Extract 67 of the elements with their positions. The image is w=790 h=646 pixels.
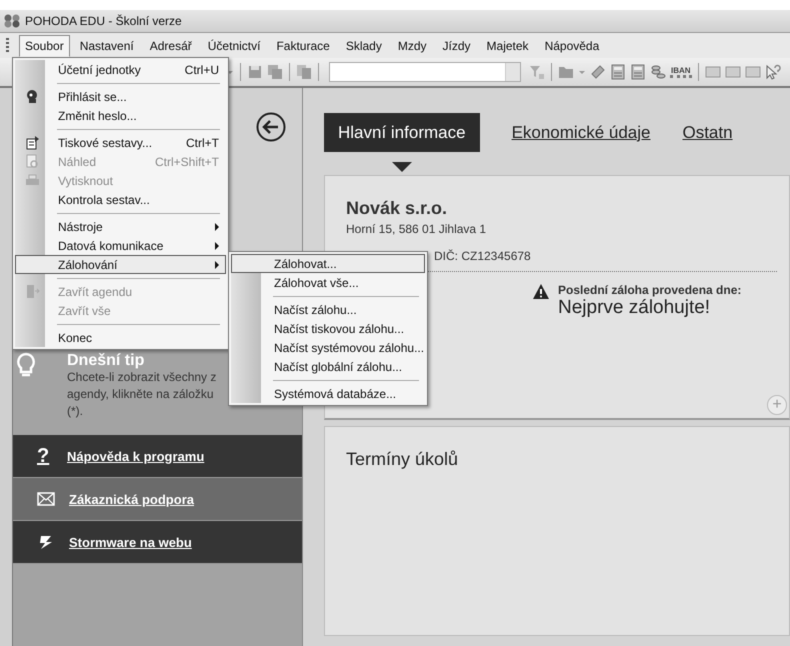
person-icon [24,89,40,104]
company-name: Novák s.r.o. [346,198,448,219]
sidebar-link[interactable]: Stormware na webu [13,521,302,564]
report-icon [24,135,40,150]
menu-bar-item[interactable]: Jízdy [436,34,477,56]
menu-item[interactable]: Systémová databáze... [231,384,425,403]
grip-handle[interactable] [6,38,9,54]
menu-bar-item[interactable]: Soubor [19,34,70,56]
toolbar-combo-box[interactable] [329,62,521,82]
copy-icon[interactable] [296,64,312,80]
window-title: POHODA EDU - Školní verze [25,14,182,28]
menu-item[interactable]: Datová komunikace [15,236,226,255]
menu-item[interactable]: Tiskové sestavy... Ctrl+T [15,133,226,152]
help-pointer-icon[interactable] [764,64,781,80]
message-icon[interactable] [724,64,741,80]
menu-item[interactable]: Zálohovat... [231,254,425,273]
tip-text: Chcete-li zobrazit všechny z agendy, klikněte na záložku (*). [67,369,218,420]
menu-item[interactable]: Zálohovat vše... [231,273,425,292]
menu-item[interactable]: Načíst systémovou zálohu... [231,338,425,357]
menu-item[interactable]: Kontrola sestav... [15,190,226,209]
calculator-icon[interactable] [630,64,646,80]
menu-bar-item[interactable]: Nápověda [538,34,606,56]
menu-item[interactable]: Přihlásit se... [15,87,226,106]
menu-item[interactable]: Zálohování [15,255,226,274]
company-address: Horní 15, 586 01 Jihlava 1 [346,222,488,236]
message-icon[interactable] [744,64,761,80]
tab[interactable]: Ekonomické údaje [512,122,650,142]
question-mark-icon: ? [37,444,53,468]
menu-item[interactable]: Načíst globální zálohu... [231,357,425,376]
menu-bar-item[interactable]: Adresář [144,34,198,56]
backup-label: Poslední záloha provedena dne: [558,283,742,297]
tag-icon[interactable] [590,64,606,80]
tasks-title: Termíny úkolů [346,449,458,469]
tab[interactable]: Hlavní informace [324,113,480,152]
folder-icon[interactable] [558,64,574,80]
menu-item[interactable]: Konec [15,328,226,347]
sidebar-link[interactable]: Zákaznická podpora [13,478,302,521]
menu-item[interactable]: Nástroje [15,217,226,236]
tip-title: Dnešní tip [67,352,146,369]
calculator-icon[interactable] [610,64,626,80]
message-icon[interactable] [704,64,721,80]
menu-bar-item[interactable]: Majetek [480,34,535,56]
menu-item[interactable]: Načíst zálohu... [231,300,425,319]
lightbulb-icon [15,352,37,378]
menu-bar-item[interactable]: Fakturace [270,34,336,56]
coins-icon[interactable] [650,64,666,80]
menu-bar-item[interactable]: Sklady [340,34,388,56]
save-all-icon[interactable] [267,64,283,80]
iban-button[interactable]: IBAN [670,66,692,78]
menu-item[interactable]: Účetní jednotky Ctrl+U [15,60,226,79]
envelope-icon [37,491,55,507]
preview-icon [24,154,40,169]
menu-bar-item[interactable]: Účetnictví [202,34,266,56]
sidebar-link[interactable]: ? Nápověda k programu [13,435,302,478]
tab[interactable]: Ostatn [682,122,733,142]
warning-icon [532,283,550,300]
save-icon[interactable] [247,64,263,80]
app-icon [4,14,20,28]
menu-bar-item[interactable]: Mzdy [392,34,433,56]
filter-icon[interactable] [529,64,545,80]
menu-item[interactable]: Změnit heslo... [15,106,226,125]
backup-status: Nejprve zálohujte! [558,297,712,319]
tax-id: DIČ: CZ12345678 [434,249,532,263]
printer-icon [24,173,40,188]
door-icon [24,284,40,299]
menu-item[interactable]: Načíst tiskovou zálohu... [231,319,425,338]
menu-bar-item[interactable]: Nastavení [74,34,140,56]
